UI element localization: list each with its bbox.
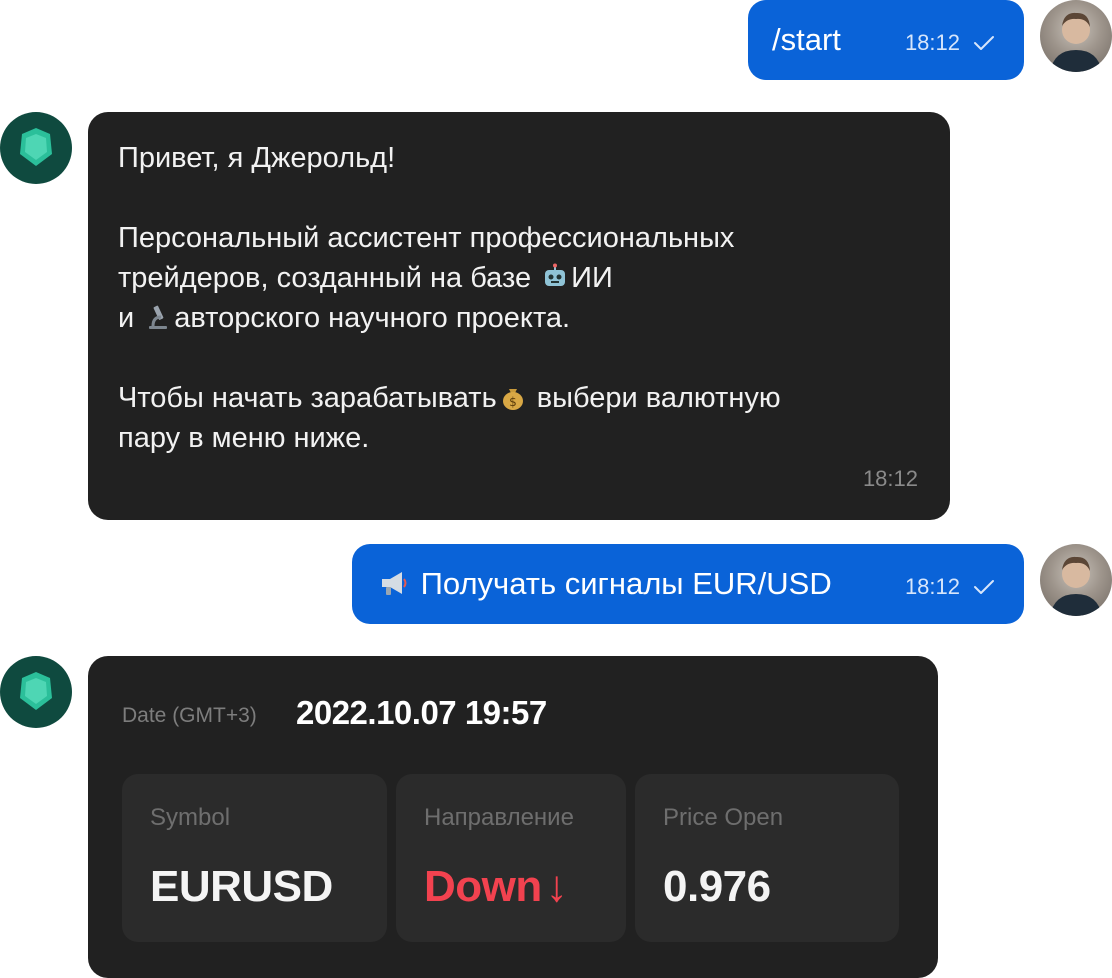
outgoing-message-start: /start 18:12 bbox=[748, 0, 1024, 80]
message-text-part: Получать сигналы EUR/USD bbox=[420, 566, 832, 601]
symbol-card: Symbol EURUSD bbox=[122, 774, 387, 942]
card-value: EURUSD bbox=[150, 862, 333, 911]
message-time: 18:12 bbox=[904, 30, 960, 55]
message-line: Привет, я Джерольд! bbox=[118, 142, 396, 174]
message-text: /start bbox=[772, 22, 841, 57]
direction-value: Down bbox=[424, 862, 542, 911]
message-line: Чтобы начать зарабатывать $ выбери валютн… bbox=[118, 378, 781, 418]
message-meta: 18:12 bbox=[905, 574, 996, 600]
money-bag-emoji: $ bbox=[499, 382, 527, 410]
price-open-card: Price Open 0.976 bbox=[635, 774, 899, 942]
bot-avatar[interactable] bbox=[0, 112, 72, 184]
svg-text:$: $ bbox=[509, 395, 517, 409]
message-text-part: Чтобы начать зарабатывать bbox=[118, 382, 497, 414]
arrow-down-icon: ↓ bbox=[545, 862, 568, 911]
message-text-part: и bbox=[118, 302, 143, 334]
card-label: Направление bbox=[424, 804, 574, 831]
message-text-part: авторского научного проекта. bbox=[174, 302, 571, 334]
message-text-part: выбери валютную bbox=[528, 382, 781, 414]
direction-card: Направление Down ↓ bbox=[396, 774, 626, 942]
message-text-part: ИИ bbox=[571, 262, 613, 294]
message-line: Персональный ассистент профессиональных bbox=[118, 222, 735, 254]
date-label: Date (GMT+3) bbox=[122, 704, 257, 727]
date-value: 2022.10.07 19:57 bbox=[296, 694, 547, 731]
incoming-message-greeting: Привет, я Джерольд! Персональный ассисте… bbox=[88, 112, 950, 520]
megaphone-emoji bbox=[378, 567, 410, 599]
user-avatar[interactable] bbox=[1040, 544, 1112, 616]
message-time: 18:12 bbox=[862, 466, 918, 491]
card-label: Symbol bbox=[150, 804, 231, 831]
card-label: Price Open bbox=[663, 804, 784, 831]
message-line: пару в меню ниже. bbox=[118, 422, 370, 454]
user-avatar[interactable] bbox=[1040, 0, 1112, 72]
card-value: Down ↓ bbox=[424, 862, 568, 912]
incoming-message-signal: Date (GMT+3) 2022.10.07 19:57 Symbol EUR… bbox=[88, 656, 938, 978]
message-line: трейдеров, созданный на базе ИИ bbox=[118, 258, 613, 298]
robot-emoji bbox=[541, 262, 569, 290]
card-value: 0.976 bbox=[663, 862, 771, 911]
message-line: и авторского научного проекта. bbox=[118, 298, 570, 338]
message-text-part: трейдеров, созданный на базе bbox=[118, 262, 540, 294]
message-text: Получать сигналы EUR/USD bbox=[376, 566, 832, 602]
microscope-emoji bbox=[144, 302, 172, 330]
check-icon bbox=[972, 34, 996, 52]
check-icon bbox=[972, 578, 996, 596]
message-time: 18:12 bbox=[904, 574, 960, 599]
bot-avatar[interactable] bbox=[0, 656, 72, 728]
message-meta: 18:12 bbox=[905, 30, 996, 56]
outgoing-message-signals: Получать сигналы EUR/USD 18:12 bbox=[352, 544, 1024, 624]
